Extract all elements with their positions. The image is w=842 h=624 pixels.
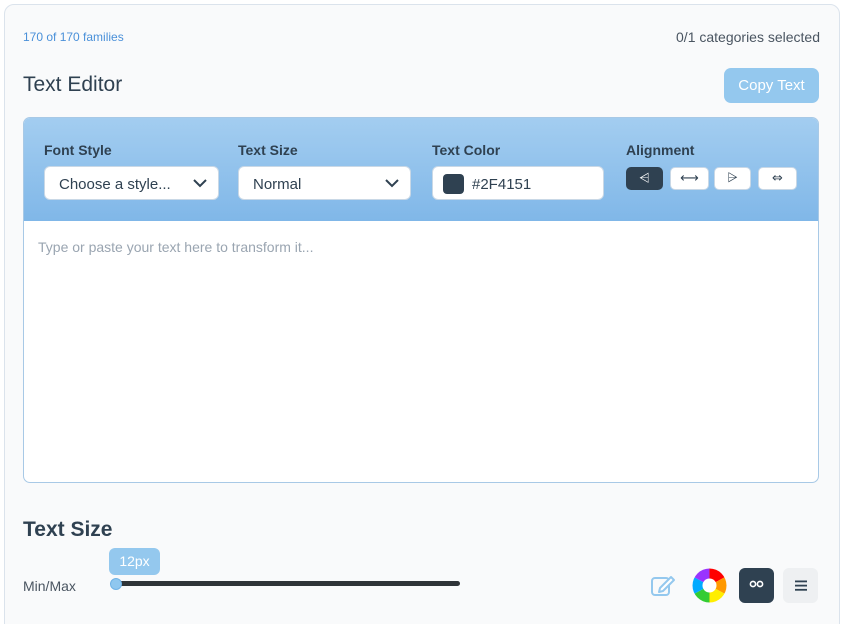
alignment-label: Alignment xyxy=(626,142,695,158)
copy-text-button[interactable]: Copy Text xyxy=(724,68,819,103)
edit-icon xyxy=(651,576,675,596)
text-color-value: #2F4151 xyxy=(472,176,532,193)
menu-button[interactable] xyxy=(783,568,818,603)
text-input-placeholder: Type or paste your text here to transfor… xyxy=(38,239,314,255)
min-max-label: Min/Max xyxy=(23,578,76,594)
color-wheel-icon xyxy=(692,568,727,603)
align-right-button[interactable]: ⩥ xyxy=(714,167,751,190)
align-center-icon: ⟷ xyxy=(680,171,699,186)
align-left-button[interactable]: ⩤ xyxy=(626,167,663,190)
align-left-icon: ⩤ xyxy=(639,171,650,186)
text-size-slider-track[interactable] xyxy=(114,581,460,586)
font-style-value: Choose a style... xyxy=(59,176,171,193)
text-size-slider-thumb[interactable] xyxy=(110,578,122,590)
text-size-title: Text Size xyxy=(23,518,113,541)
text-color-label: Text Color xyxy=(432,142,501,158)
text-size-value: Normal xyxy=(253,176,302,193)
align-right-icon: ⩥ xyxy=(727,171,738,186)
align-justify-button[interactable]: ⇔ xyxy=(758,167,797,190)
text-input-area[interactable]: Type or paste your text here to transfor… xyxy=(24,221,818,482)
editor-toolbar: Font Style Choose a style... Text Size N… xyxy=(24,118,818,221)
edit-button[interactable] xyxy=(645,568,680,603)
text-size-label: Text Size xyxy=(238,142,298,158)
preview-button[interactable] xyxy=(739,568,774,603)
chevron-down-icon xyxy=(193,179,207,188)
font-style-label: Font Style xyxy=(44,142,112,158)
align-justify-icon: ⇔ xyxy=(772,171,783,186)
text-color-field[interactable]: #2F4151 xyxy=(432,166,604,200)
slider-value-bubble: 12px xyxy=(109,548,160,575)
menu-icon xyxy=(795,580,807,591)
page-title: Text Editor xyxy=(23,73,123,96)
color-wheel-button[interactable] xyxy=(692,568,727,603)
text-size-select[interactable]: Normal xyxy=(238,166,411,200)
chevron-down-icon xyxy=(385,179,399,188)
text-editor-panel: Font Style Choose a style... Text Size N… xyxy=(23,117,819,483)
align-center-button[interactable]: ⟷ xyxy=(670,167,709,190)
color-swatch[interactable] xyxy=(443,174,464,194)
families-count[interactable]: 170 of 170 families xyxy=(23,30,124,44)
eyes-icon xyxy=(749,580,764,588)
font-style-select[interactable]: Choose a style... xyxy=(44,166,219,200)
categories-selected: 0/1 categories selected xyxy=(676,29,820,45)
